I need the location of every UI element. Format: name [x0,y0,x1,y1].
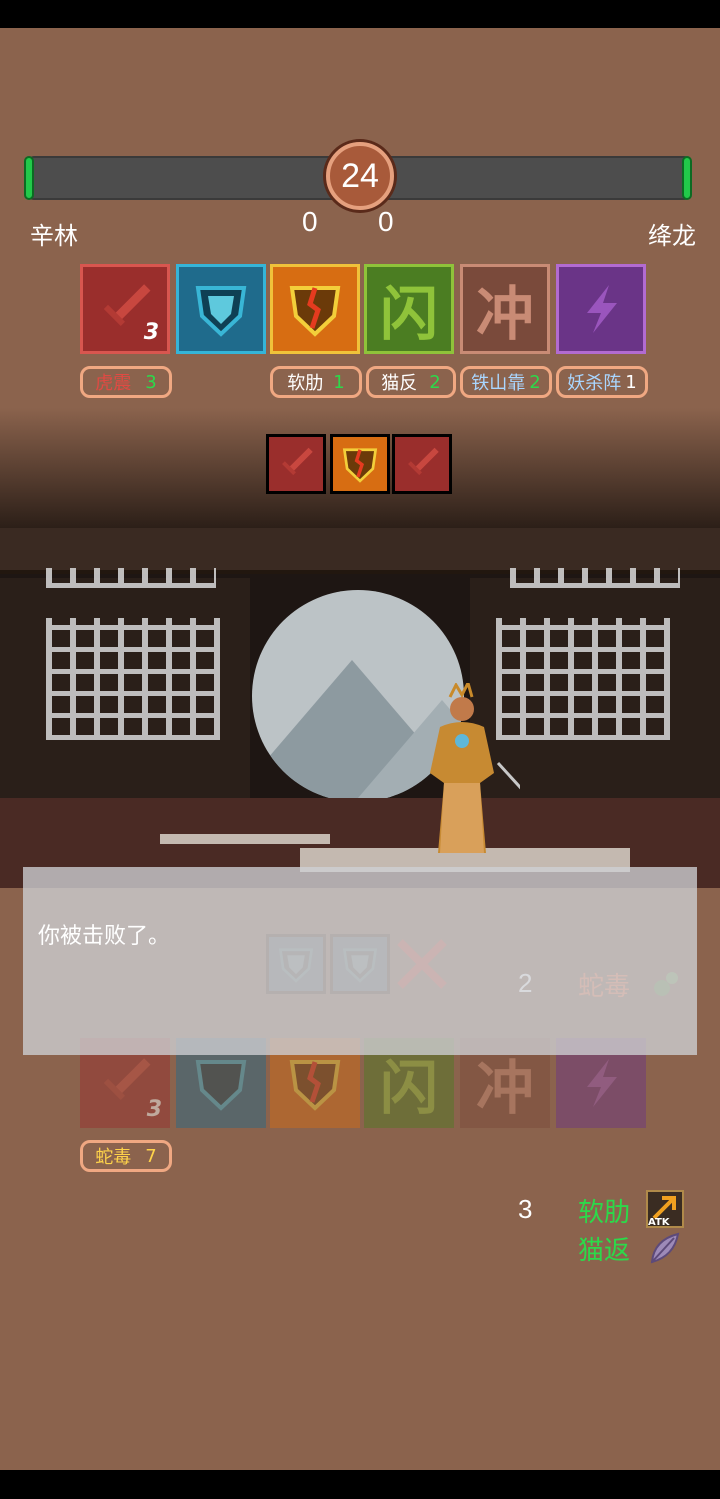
enemy-tag: 铁山靠 2 [460,366,552,398]
tag-name: 妖杀阵 [567,373,622,394]
enemy-tag: 虎震 3 [80,366,172,398]
enemy-card-break[interactable] [270,264,360,354]
sword-icon [282,447,313,476]
broken-shield-icon [289,286,341,337]
tag-name: 虎震 [95,373,132,394]
enemy-fighter [430,683,520,853]
tag-value: 1 [333,371,345,393]
tag-name: 软肋 [287,373,324,394]
lightning-icon [587,285,617,333]
tag-name: 蛇毒 [95,1147,132,1168]
tag-name: 铁山靠 [471,373,526,394]
left-lattice-window [46,618,220,740]
enemy-card-shield[interactable] [176,264,266,354]
bottom-effect-name: 猫返 [578,1236,631,1266]
enemy-card-dodge[interactable]: 闪 [364,264,454,354]
enemy-seq-card [330,434,390,494]
tag-value: 3 [145,371,157,393]
bottom-effect-value: 3 [518,1194,533,1224]
player-right-score: 0 [378,206,394,237]
right-lattice-top [510,568,680,588]
enemy-card-charge[interactable]: 冲 [460,264,550,354]
tag-value: 1 [625,371,637,393]
battle-scene [0,528,720,888]
enemy-card-sword[interactable]: 3 [80,264,170,354]
shield-icon [195,1060,247,1111]
card-count: 3 [143,320,159,345]
tag-value: 2 [529,371,541,393]
enemy-seq-card [392,434,452,494]
enemy-tag: 妖杀阵 1 [556,366,648,398]
shield-icon [195,286,247,337]
broken-shield-icon [342,448,378,483]
player-left-name: 辛林 [30,222,78,250]
player-left-score: 0 [302,206,318,237]
right-lattice-window [496,618,670,740]
enemy-tag: 软肋 1 [270,366,362,398]
status-bar [0,0,720,28]
game-screen: 24 辛林 绛龙 0 0 3 闪 冲 虎震 3 软肋 1 猫反 2 铁山靠 2 … [0,28,720,1470]
navigation-bar [0,1470,720,1499]
broken-shield-icon [289,1060,341,1111]
left-end-marker [24,156,34,200]
charge-glyph: 冲 [475,280,534,348]
atk-up-icon: ATK [646,1190,684,1228]
round-timer: 24 [326,142,394,210]
bottom-effect-name: 软肋 [578,1198,631,1228]
dodge-glyph: 闪 [379,280,438,348]
atk-label: ATK [648,1217,670,1228]
left-lattice-top [46,568,216,588]
enemy-card-lightning[interactable] [556,264,646,354]
tag-name: 猫反 [381,373,418,394]
enemy-tag: 猫反 2 [366,366,456,398]
feather-icon [650,1232,680,1264]
floor-rug [160,834,330,844]
player-tag: 蛇毒 7 [80,1140,172,1172]
result-message: 你被击败了。 [38,924,171,949]
tag-value: 7 [145,1145,157,1167]
card-count: 3 [146,1097,162,1122]
sword-icon [408,447,439,476]
result-dialog[interactable] [23,867,697,1055]
enemy-seq-card [266,434,326,494]
player-right-name: 绛龙 [648,222,696,250]
tag-value: 2 [429,371,441,393]
lightning-icon [587,1059,617,1107]
right-end-marker [682,156,692,200]
